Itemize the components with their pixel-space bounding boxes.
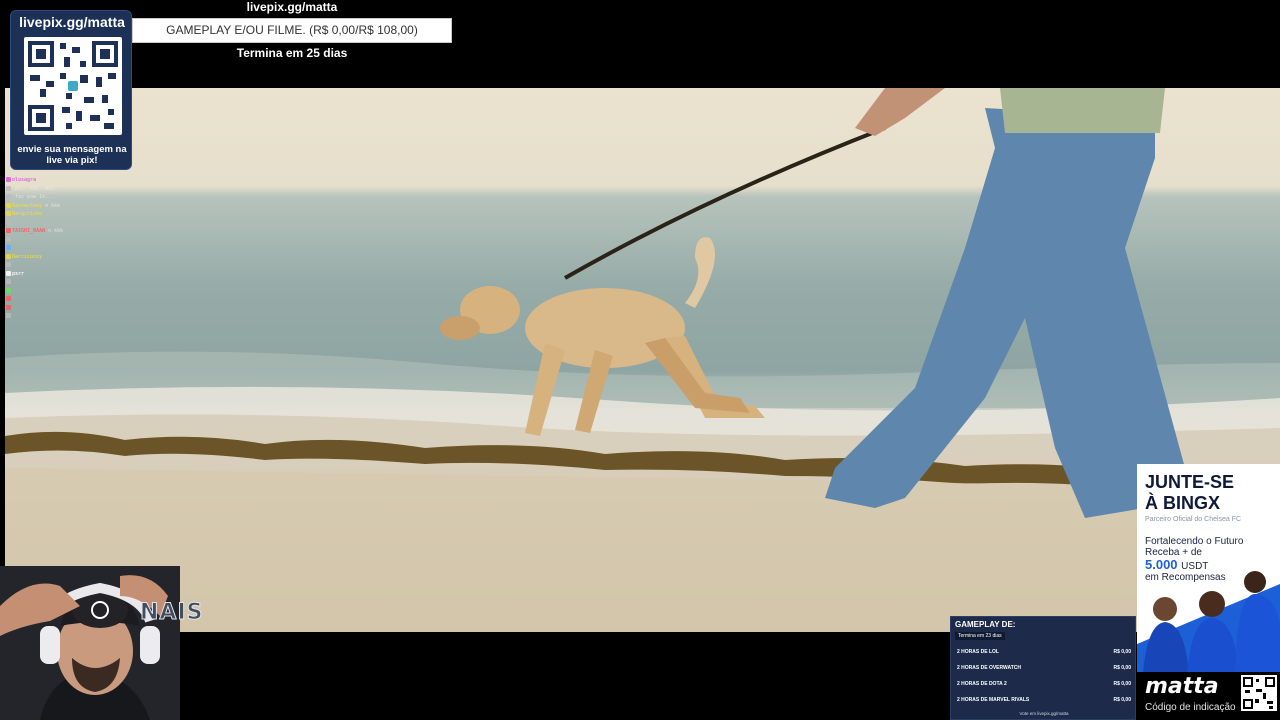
qr-code-icon bbox=[24, 37, 122, 135]
ad-headline: JUNTE-SE À BINGX bbox=[1145, 472, 1234, 514]
gameplay-row-label: 2 HORAS DE LOL bbox=[957, 649, 999, 655]
chat-text: faz pow 1x... bbox=[15, 194, 55, 200]
chat-message: Bacvectony n kkk bbox=[6, 202, 116, 211]
brand-subtitle: Código de indicação bbox=[1145, 702, 1236, 713]
gameplay-row-label: 2 HORAS DE DOTA 2 bbox=[957, 681, 1007, 687]
chat-badge-icon bbox=[6, 313, 11, 318]
chat-badge-icon bbox=[6, 211, 11, 216]
gameplay-row-label: 2 HORAS DE OVERWATCH bbox=[957, 665, 1021, 671]
gameplay-row: 2 HORAS DE LOL R$ 0,00 bbox=[957, 649, 1131, 655]
chat-message: pxrr bbox=[6, 270, 116, 279]
ad-headline-line-1: JUNTE-SE bbox=[1145, 472, 1235, 492]
gameplay-row-price: R$ 0,00 bbox=[1113, 649, 1131, 655]
livepix-caption: envie sua mensagem na live via pix! bbox=[17, 144, 127, 166]
chat-username: Bacvectony bbox=[12, 202, 43, 209]
chat-badge-icon bbox=[6, 253, 11, 259]
ad-line-1: Fortalecendo o Futuro bbox=[1145, 536, 1244, 547]
chat-message bbox=[6, 219, 116, 228]
referral-qr-icon bbox=[1241, 675, 1277, 711]
chat-overlay: olusagra ASC. ASC. ASC... faz pow 1x... B… bbox=[6, 176, 116, 321]
matta-referral-badge: matta Código de indicação bbox=[1137, 672, 1280, 720]
brand-name: matta bbox=[1145, 674, 1219, 699]
chat-badge-icon bbox=[6, 228, 11, 233]
chat-badge-icon bbox=[6, 296, 11, 301]
chat-message: olusagra bbox=[6, 176, 116, 185]
chat-message bbox=[6, 295, 116, 304]
chat-message bbox=[6, 236, 116, 245]
gameplay-row-price: R$ 0,00 bbox=[1113, 665, 1131, 671]
gameplay-row-label: 2 HORAS DE MARVEL RIVALS bbox=[957, 697, 1030, 703]
chat-badge-icon bbox=[6, 177, 11, 182]
gameplay-row: 2 HORAS DE MARVEL RIVALS R$ 0,00 bbox=[957, 697, 1131, 703]
goal-deadline: Termina em 25 dias bbox=[236, 46, 348, 60]
ad-players-image bbox=[1137, 571, 1280, 674]
streamer-figure bbox=[0, 566, 180, 720]
chat-badge-icon bbox=[6, 287, 11, 293]
chat-badge-icon bbox=[6, 202, 11, 208]
gameplay-title: GAMEPLAY DE: bbox=[955, 620, 1016, 629]
chat-badge-icon bbox=[6, 245, 11, 250]
gameplay-row: 2 HORAS DE DOTA 2 R$ 0,00 bbox=[957, 681, 1131, 687]
chat-username: TAIGHI_RAAN bbox=[12, 228, 46, 234]
chat-badge-icon bbox=[6, 270, 11, 276]
chat-message: faz pow 1x... bbox=[6, 193, 116, 202]
chat-badge-icon bbox=[6, 236, 11, 242]
goal-url: livepix.gg/matta bbox=[246, 0, 338, 14]
chat-text: ASC. ASC. ASC... bbox=[15, 185, 64, 192]
gameplay-row-price: R$ 0,00 bbox=[1113, 681, 1131, 687]
ad-headline-line-2: À BINGX bbox=[1145, 493, 1221, 513]
chat-username: olusagra bbox=[12, 177, 37, 183]
chat-message: Barqcricho bbox=[6, 210, 116, 219]
chat-username: Barqcricho bbox=[12, 211, 43, 217]
ad-partner: Parceiro Oficial do Chelsea FC bbox=[1145, 516, 1242, 523]
goal-progress-bar: GAMEPLAY E/OU FILME. (R$ 0,00/R$ 108,00) bbox=[132, 18, 452, 43]
chat-badge-icon bbox=[6, 185, 11, 191]
gameplay-vote-panel: GAMEPLAY DE: Termina em 23 dias 2 HORAS … bbox=[950, 616, 1136, 720]
beach-scene bbox=[5, 88, 1280, 632]
chat-text: n kkk bbox=[45, 202, 61, 209]
chat-message: Barciinoxy bbox=[6, 253, 116, 262]
chat-message bbox=[6, 287, 116, 296]
webcam-banner: NAIS bbox=[140, 600, 204, 626]
chat-message: ASC. ASC. ASC... bbox=[6, 185, 116, 194]
chat-username: Barciinoxy bbox=[12, 253, 43, 260]
gameplay-footer: Vote em livepix.gg/matta bbox=[1019, 711, 1069, 716]
gameplay-row-price: R$ 0,00 bbox=[1113, 697, 1131, 703]
chat-badge-icon bbox=[6, 262, 11, 267]
livepix-url: livepix.gg/matta bbox=[19, 14, 125, 30]
chat-message bbox=[6, 278, 116, 287]
chat-message bbox=[6, 244, 116, 253]
livepix-qr-card[interactable]: livepix.gg/matta envie sua mensagem na l… bbox=[10, 10, 132, 170]
chat-badge-icon bbox=[6, 194, 11, 199]
chat-message: TAIGHI_RAAN n kkk bbox=[6, 227, 116, 236]
chat-text: n kkk bbox=[48, 228, 64, 234]
chat-username: pxrr bbox=[12, 270, 25, 277]
chat-badge-icon bbox=[6, 304, 11, 310]
gameplay-row: 2 HORAS DE OVERWATCH R$ 0,00 bbox=[957, 665, 1131, 671]
chat-badge-icon bbox=[6, 279, 11, 284]
gameplay-deadline: Termina em 23 dias bbox=[955, 632, 1005, 640]
chat-message bbox=[6, 261, 116, 270]
chat-message bbox=[6, 304, 116, 313]
chat-message bbox=[6, 312, 116, 321]
video-frame bbox=[5, 88, 1280, 632]
webcam-feed bbox=[0, 566, 180, 720]
chat-badge-icon bbox=[6, 219, 11, 225]
